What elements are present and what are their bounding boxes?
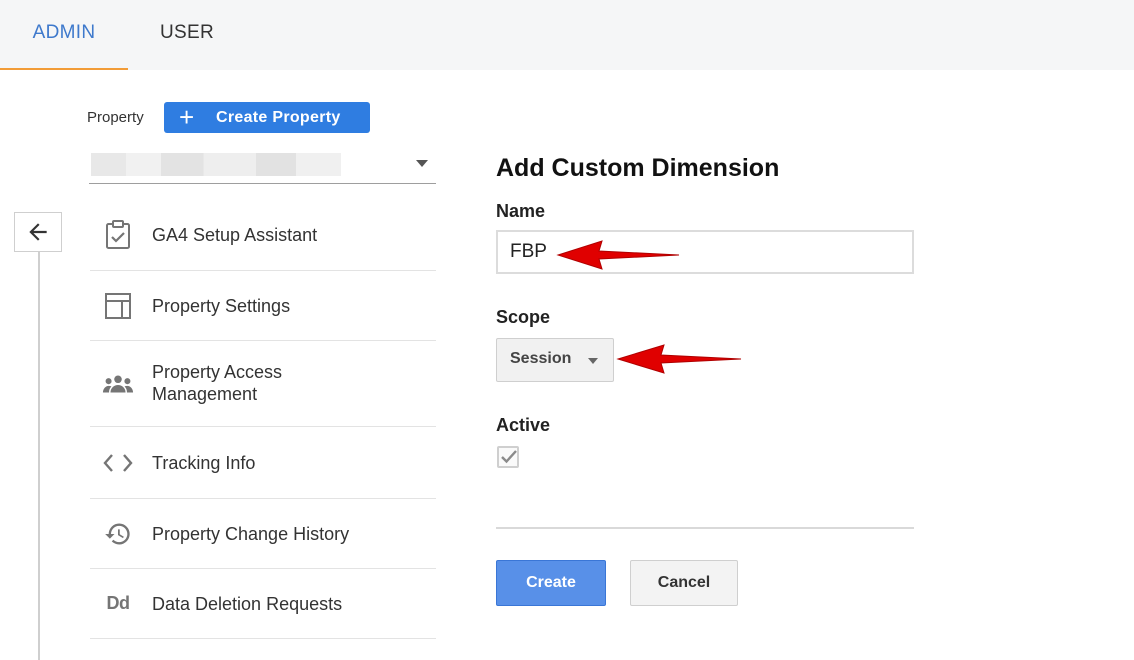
menu-item-label: Data Deletion Requests — [152, 593, 343, 614]
property-label: Property — [87, 109, 144, 126]
active-checkbox[interactable] — [497, 446, 519, 468]
create-property-label: Create Property — [216, 108, 341, 126]
create-button[interactable]: Create — [496, 560, 606, 606]
annotation-arrow-icon — [616, 344, 742, 374]
redacted-property-name — [91, 153, 341, 176]
layout-icon — [102, 290, 134, 322]
arrow-left-icon — [29, 223, 47, 241]
dd-icon: Dd — [102, 588, 134, 620]
menu-item-property-access-management[interactable]: Property Access Management — [90, 341, 436, 427]
checkmark-icon — [501, 450, 517, 464]
top-tab-bar: ADMIN USER — [0, 0, 1134, 70]
code-icon — [102, 447, 134, 479]
menu-item-label: Property Change History — [152, 523, 350, 544]
back-button[interactable] — [14, 212, 62, 252]
form-divider — [496, 527, 914, 529]
cancel-button[interactable]: Cancel — [630, 560, 738, 606]
scope-dropdown[interactable]: Session — [496, 338, 614, 382]
people-icon — [102, 368, 134, 400]
menu-item-label: Tracking Info — [152, 452, 256, 473]
create-property-button[interactable]: + Create Property — [164, 102, 370, 133]
clipboard-check-icon — [102, 219, 134, 251]
history-icon — [102, 518, 134, 550]
menu-item-tracking-info[interactable]: Tracking Info — [90, 427, 436, 499]
menu-item-label: Property Settings — [152, 295, 291, 316]
scope-label: Scope — [496, 307, 551, 327]
tab-admin[interactable]: ADMIN — [0, 0, 128, 70]
dropdown-caret-icon — [416, 160, 428, 167]
menu-item-data-deletion-requests[interactable]: Dd Data Deletion Requests — [90, 569, 436, 639]
page-title: Add Custom Dimension — [496, 154, 780, 182]
dd-icon-text: Dd — [106, 593, 131, 613]
menu-item-property-settings[interactable]: Property Settings — [90, 271, 436, 341]
scope-selected-value: Session — [510, 350, 572, 367]
menu-item-ga4-setup-assistant[interactable]: GA4 Setup Assistant — [90, 199, 436, 271]
annotation-arrow-icon — [556, 240, 680, 270]
menu-item-property-change-history[interactable]: Property Change History — [90, 499, 436, 569]
nav-divider-line — [38, 250, 40, 660]
plus-icon: + — [179, 101, 195, 132]
name-label: Name — [496, 201, 546, 221]
active-label: Active — [496, 415, 551, 435]
menu-item-label: Property Access Management — [152, 362, 283, 404]
menu-item-label: GA4 Setup Assistant — [152, 224, 318, 245]
dropdown-caret-icon — [588, 358, 598, 364]
tab-user[interactable]: USER — [128, 0, 246, 70]
property-selector[interactable] — [89, 150, 436, 184]
property-menu: GA4 Setup Assistant Property Settings Pr… — [90, 199, 436, 639]
